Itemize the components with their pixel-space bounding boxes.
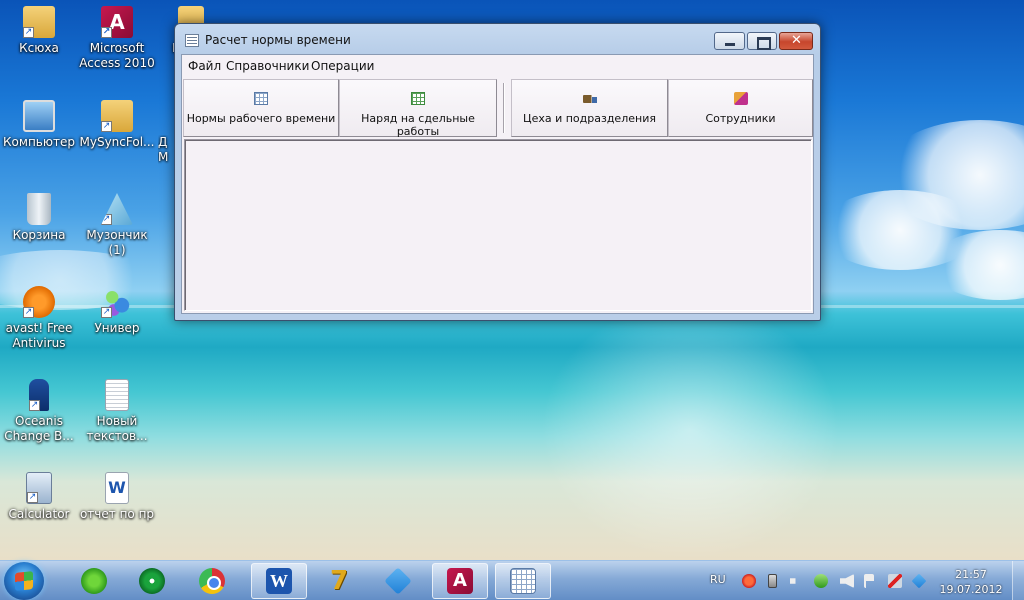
network-icon: ↗ bbox=[101, 286, 133, 318]
desktop-icon-calculator[interactable]: ↗ Calculator bbox=[0, 472, 78, 522]
desktop-icon-new-text[interactable]: Новый текстов... bbox=[78, 379, 156, 444]
desktop-icon-label: avast! Free Antivirus bbox=[5, 321, 73, 350]
signal-icon bbox=[139, 568, 165, 594]
start-button[interactable] bbox=[4, 562, 44, 600]
show-desktop-button[interactable] bbox=[1012, 561, 1024, 600]
button-label: Нормы рабочего времени bbox=[186, 112, 336, 125]
desktop-icon-label: Calculator bbox=[8, 507, 70, 521]
close-button[interactable] bbox=[779, 32, 813, 50]
chrome-icon bbox=[199, 568, 225, 594]
desktop-icon-label: MySyncFol... bbox=[79, 135, 155, 149]
toolbar-separator bbox=[503, 83, 505, 133]
button-label: Наряд на сдельные работы bbox=[361, 112, 475, 138]
desktop-icon-label: Oceanis Change B... bbox=[4, 414, 74, 443]
desktop-icon-label: Д М bbox=[158, 135, 169, 164]
dropbox-tray-icon[interactable] bbox=[911, 573, 927, 589]
people-icon bbox=[733, 92, 748, 105]
folder-icon: ↗ bbox=[23, 6, 55, 38]
button-label: Сотрудники bbox=[705, 112, 776, 125]
avast-icon: ↗ bbox=[23, 286, 55, 318]
taskbar-app-window[interactable] bbox=[495, 563, 551, 599]
calculator-icon: ↗ bbox=[26, 472, 52, 504]
menu-bar: Файл Справочники Операции bbox=[182, 55, 813, 77]
desktop-icon-music[interactable]: ↗ Музончик (1) bbox=[78, 193, 156, 258]
menu-references[interactable]: Справочники bbox=[226, 59, 309, 73]
word-icon: W bbox=[266, 568, 292, 594]
flag-icon[interactable] bbox=[864, 574, 874, 588]
table-icon bbox=[510, 568, 536, 594]
clock-date: 19.07.2012 bbox=[939, 583, 1003, 596]
access-icon: A ↗ bbox=[101, 6, 133, 38]
clock[interactable]: 21:57 19.07.2012 bbox=[938, 567, 1004, 597]
minimize-button[interactable] bbox=[714, 32, 745, 50]
antivirus-tray-icon[interactable] bbox=[742, 574, 756, 588]
desktop-icon-access[interactable]: A ↗ Microsoft Access 2010 bbox=[78, 6, 156, 71]
sync-folder-icon: ↗ bbox=[101, 100, 133, 132]
desktop-icon-label: Музончик (1) bbox=[86, 228, 148, 257]
music-icon: ↗ bbox=[101, 193, 133, 225]
desktop-icon-label: Microsoft Access 2010 bbox=[79, 41, 155, 70]
taskbar: W 7 A RU 21:57 19.07.2012 bbox=[0, 560, 1024, 600]
desktop-icon-label: отчет по пр bbox=[79, 507, 155, 521]
taskbar-access[interactable]: A bbox=[432, 563, 488, 599]
taskbar-word[interactable]: W bbox=[251, 563, 307, 599]
maximize-button[interactable] bbox=[747, 32, 777, 50]
access-icon: A bbox=[447, 568, 473, 594]
lock-icon: ↗ bbox=[29, 379, 49, 411]
app-window: Расчет нормы времени Файл Справочники Оп… bbox=[174, 23, 821, 321]
sea-glare bbox=[540, 300, 840, 560]
battery-icon[interactable] bbox=[768, 574, 777, 588]
content-panel bbox=[184, 139, 812, 311]
desktop-icon-report[interactable]: W отчет по пр bbox=[78, 472, 156, 522]
desktop-icon-label: Новый текстов... bbox=[86, 414, 148, 443]
icq-icon bbox=[81, 568, 107, 594]
menu-operations[interactable]: Операции bbox=[311, 59, 374, 73]
computer-icon bbox=[23, 100, 55, 132]
speaker-icon[interactable] bbox=[790, 574, 804, 588]
window-title: Расчет нормы времени bbox=[205, 33, 351, 47]
dropbox-icon bbox=[384, 567, 412, 595]
taskbar-seven[interactable]: 7 bbox=[311, 563, 367, 599]
desktop-icon-oceanis[interactable]: ↗ Oceanis Change B... bbox=[0, 379, 78, 444]
desktop-icon-recycle-bin[interactable]: Корзина bbox=[0, 193, 78, 243]
taskbar-icq[interactable] bbox=[66, 563, 122, 599]
clock-time: 21:57 bbox=[955, 568, 987, 581]
recycle-bin-icon bbox=[27, 193, 51, 225]
button-label: Цеха и подразделения bbox=[523, 112, 656, 125]
seven-icon: 7 bbox=[329, 566, 349, 596]
grid-icon bbox=[254, 92, 268, 105]
update-icon[interactable] bbox=[814, 574, 828, 588]
title-bar[interactable]: Расчет нормы времени bbox=[175, 24, 820, 54]
desktop-icon-ksyuha[interactable]: ↗ Ксюха bbox=[0, 6, 78, 56]
network-disconnected-icon[interactable] bbox=[888, 574, 902, 588]
desktop-icon-label: Ксюха bbox=[19, 41, 59, 55]
app-table-icon bbox=[185, 34, 199, 47]
table-icon bbox=[411, 92, 425, 105]
truck-icon bbox=[582, 95, 597, 103]
toolbar: Нормы рабочего времени Наряд на сдельные… bbox=[183, 79, 813, 138]
desktop-icon-label: Универ bbox=[94, 321, 140, 335]
text-file-icon bbox=[105, 379, 129, 411]
desktop-icon-univer[interactable]: ↗ Универ bbox=[78, 286, 156, 336]
desktop-icon-computer[interactable]: Компьютер bbox=[0, 100, 78, 150]
work-time-norms-button[interactable]: Нормы рабочего времени bbox=[183, 79, 339, 137]
language-indicator[interactable]: RU bbox=[710, 573, 726, 586]
desktop-icon-label: Корзина bbox=[12, 228, 66, 242]
taskbar-chrome[interactable] bbox=[184, 563, 240, 599]
employees-button[interactable]: Сотрудники bbox=[668, 79, 813, 137]
menu-file[interactable]: Файл bbox=[188, 59, 221, 73]
desktop-icon-avast[interactable]: ↗ avast! Free Antivirus bbox=[0, 286, 78, 351]
window-client-area: Файл Справочники Операции Нормы рабочего… bbox=[181, 54, 814, 314]
word-doc-icon: W bbox=[105, 472, 129, 504]
volume-icon[interactable] bbox=[840, 574, 854, 588]
desktop-icon-mysyncfolder[interactable]: ↗ MySyncFol... bbox=[78, 100, 156, 150]
desktop-icon-label: Компьютер bbox=[3, 135, 75, 149]
taskbar-dropbox[interactable] bbox=[370, 563, 426, 599]
departments-button[interactable]: Цеха и подразделения bbox=[511, 79, 668, 137]
piecework-order-button[interactable]: Наряд на сдельные работы bbox=[339, 79, 497, 138]
taskbar-signal[interactable] bbox=[124, 563, 180, 599]
